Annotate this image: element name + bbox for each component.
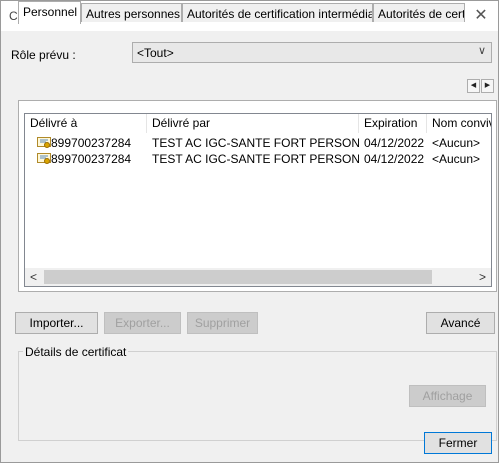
certificates-dialog: Certificats ✕ Rôle prévu : <Tout> ∨ Auto… [0,0,499,463]
certificate-icon [37,137,51,148]
chevron-right-icon[interactable]: > [474,268,491,286]
tab-other-people[interactable]: Autres personnes [81,3,182,22]
expiration-cell: 04/12/2022 [364,136,425,150]
issued-to-cell: 899700237284 [51,136,132,150]
tab-label: Autorités de certi [378,7,465,21]
intended-role-value: <Tout> [137,46,174,60]
tab-label: Autres personnes [86,7,181,21]
column-header-issued-to[interactable]: Délivré à [25,114,147,133]
close-icon[interactable]: ✕ [470,5,492,27]
advanced-button[interactable]: Avancé [426,312,495,334]
column-header-expiration[interactable]: Expiration [359,114,427,133]
tab-label: Personnel [23,5,78,19]
intended-role-label: Rôle prévu : [11,48,76,62]
issued-by-cell: TEST AC IGC-SANTE FORT PERSONNES [152,152,359,166]
column-header-friendly-name[interactable]: Nom conviv [427,114,491,133]
tab-personal[interactable]: Personnel [18,1,81,24]
tab-scroll-right-button[interactable]: ▶ [481,79,494,93]
certificate-icon [37,153,51,164]
certificate-list[interactable]: Délivré à Délivré par Expiration Nom con… [24,113,492,287]
issued-to-cell: 899700237284 [51,152,132,166]
expiration-cell: 04/12/2022 [364,152,425,166]
intended-role-select[interactable]: <Tout> ∨ [132,42,492,63]
view-button[interactable]: Affichage [409,385,486,407]
issued-by-cell: TEST AC IGC-SANTE FORT PERSONNES [152,136,359,150]
friendly-name-cell: <Aucun> [432,152,481,166]
horizontal-scrollbar[interactable]: < > [25,268,491,286]
delete-button[interactable]: Supprimer [187,312,258,334]
tab-intermediate-cas[interactable]: Autorités de certification intermédiaire… [182,3,373,22]
tab-scroll-left-button[interactable]: ◀ [467,79,480,93]
certificate-details-label: Détails de certificat [23,345,129,359]
column-header-issued-by[interactable]: Délivré par [147,114,359,133]
tab-root-cas[interactable]: Autorités de certi [373,3,465,22]
export-button[interactable]: Exporter... [104,312,181,334]
scrollbar-thumb[interactable] [44,270,432,284]
import-button[interactable]: Importer... [15,312,98,334]
chevron-down-icon: ∨ [477,45,486,57]
friendly-name-cell: <Aucun> [432,136,481,150]
chevron-left-icon[interactable]: < [25,268,42,286]
close-button[interactable]: Fermer [424,432,492,454]
tab-label: Autorités de certification intermédiaire… [187,7,373,21]
